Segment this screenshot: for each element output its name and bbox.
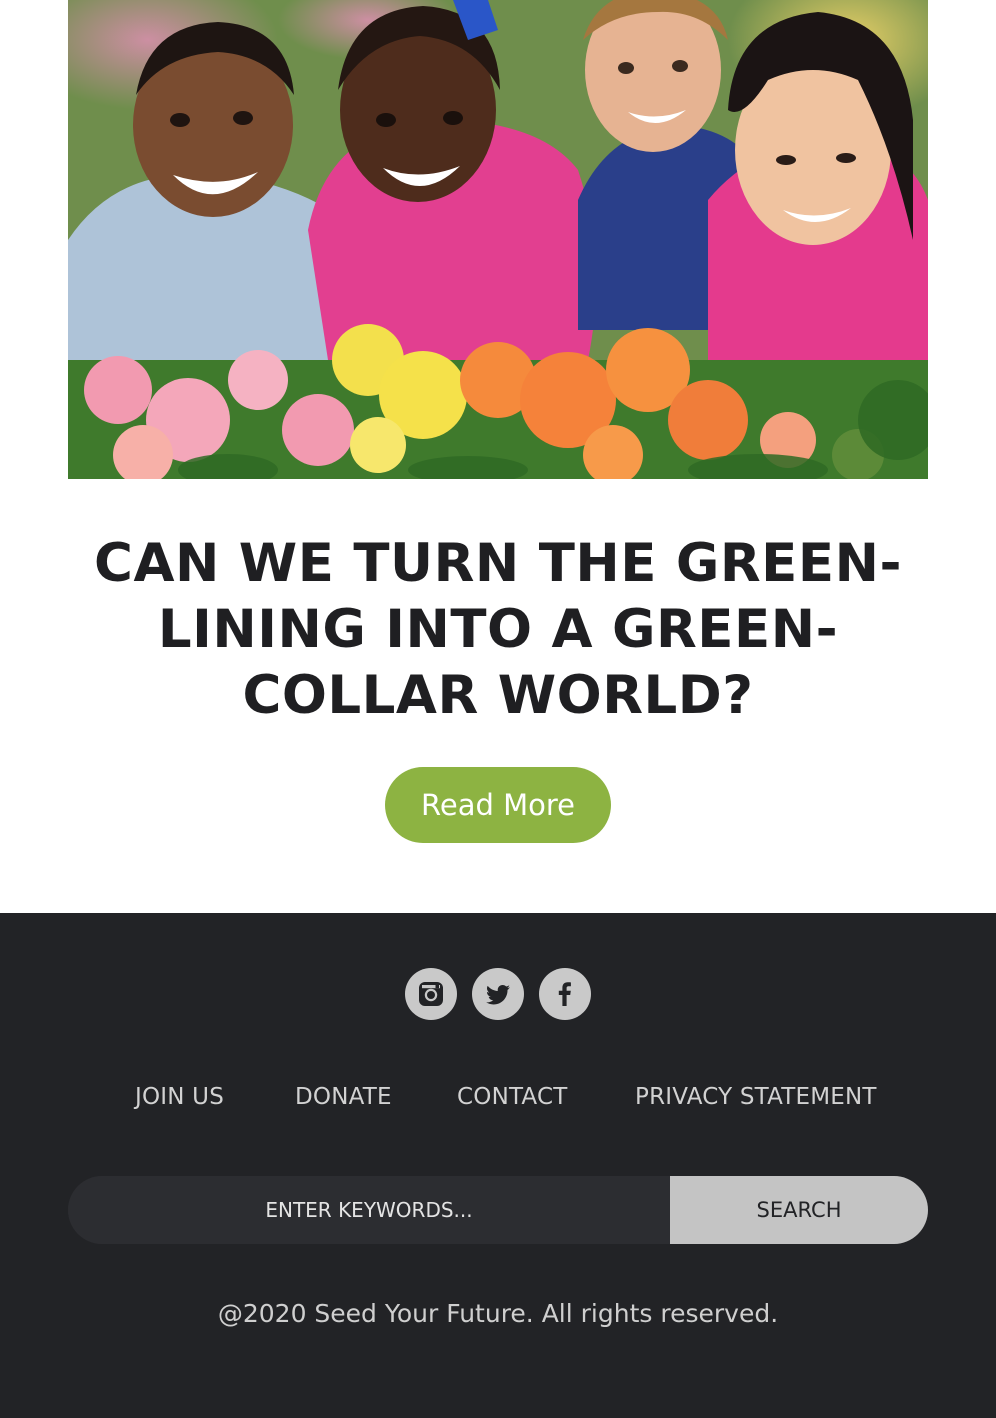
site-footer: JOIN US DONATE CONTACT PRIVACY STATEMENT… [0, 913, 996, 1418]
search-form: SEARCH [68, 1176, 928, 1244]
instagram-link[interactable] [405, 968, 457, 1020]
hero-image [68, 0, 928, 479]
children-with-flowers-photo [68, 0, 928, 479]
footer-link-join-us[interactable]: JOIN US [135, 1081, 224, 1113]
copyright-text: @2020 Seed Your Future. All rights reser… [217, 1299, 779, 1328]
footer-link-contact[interactable]: CONTACT [457, 1081, 567, 1113]
social-links [0, 968, 996, 1020]
footer-link-donate[interactable]: DONATE [295, 1081, 392, 1113]
footer-nav: JOIN US DONATE CONTACT PRIVACY STATEMENT [0, 1081, 996, 1113]
read-more-button[interactable]: Read More [385, 767, 611, 843]
instagram-icon [419, 982, 443, 1006]
facebook-link[interactable] [539, 968, 591, 1020]
twitter-icon [486, 985, 510, 1005]
facebook-icon [558, 982, 571, 1006]
footer-link-privacy-statement[interactable]: PRIVACY STATEMENT [635, 1081, 877, 1113]
search-input[interactable] [68, 1176, 670, 1244]
search-button[interactable]: SEARCH [670, 1176, 928, 1244]
article-title: CAN WE TURN THE GREEN-LINING INTO A GREE… [94, 533, 902, 726]
twitter-link[interactable] [472, 968, 524, 1020]
